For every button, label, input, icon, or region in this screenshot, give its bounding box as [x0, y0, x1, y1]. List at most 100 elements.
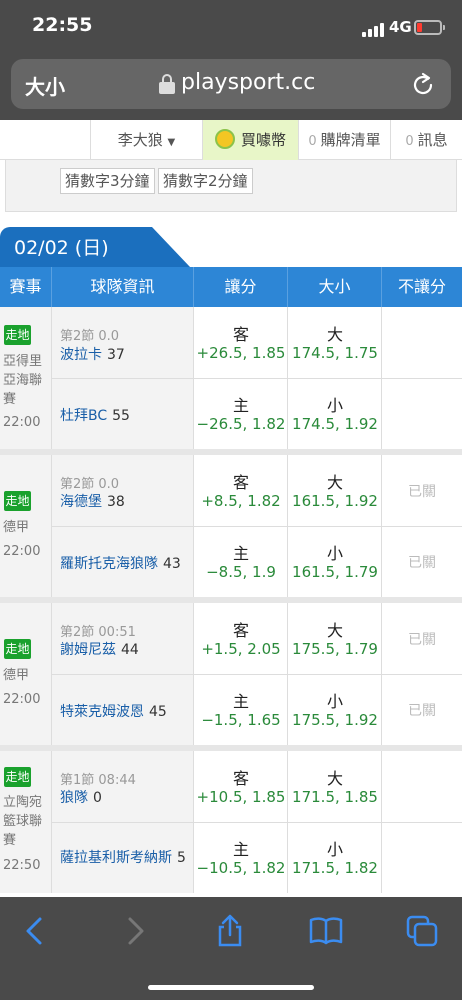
away-score: 44: [121, 642, 139, 658]
live-badge: 走地: [4, 639, 31, 659]
spread-home-cell[interactable]: 主 −1.5, 1.65: [194, 674, 288, 745]
spread-home-label: 主: [232, 692, 249, 711]
reload-icon[interactable]: [409, 71, 437, 99]
spread-away-odds: +26.5, 1.85: [196, 344, 286, 362]
away-team[interactable]: 狼隊 0: [60, 787, 102, 807]
header-total: 大小: [288, 267, 382, 307]
home-team[interactable]: 特萊克姆波恩 45: [60, 701, 167, 721]
messages-count: 0: [405, 134, 414, 149]
cart-button[interactable]: 0 購牌清單: [298, 120, 390, 160]
forward-icon[interactable]: [116, 913, 152, 949]
messages-button[interactable]: 0 訊息: [390, 120, 462, 160]
moneyline-home-closed: 已關: [408, 555, 436, 571]
home-team-name: 薩拉基利斯考納斯: [60, 850, 172, 866]
spread-away-cell[interactable]: 客 +8.5, 1.82: [194, 455, 288, 526]
header-moneyline: 不讓分: [397, 277, 446, 296]
lock-icon: [159, 73, 175, 95]
total-over-odds: 161.5, 1.92: [292, 492, 378, 510]
top-nav: 李大狼 ▼ 買噱幣 0 購牌清單 0 訊息: [0, 120, 462, 160]
home-score: 5: [177, 850, 186, 866]
spread-home-cell[interactable]: 主 −10.5, 1.82: [194, 822, 288, 893]
row-divider: [52, 378, 462, 379]
moneyline-away-closed: 已關: [408, 632, 436, 648]
home-team-name: 特萊克姆波恩: [60, 704, 144, 720]
row-divider: [52, 526, 462, 527]
row-divider: [52, 674, 462, 675]
total-over-odds: 175.5, 1.79: [292, 640, 378, 658]
spread-home-label: 主: [232, 840, 249, 859]
total-over-cell[interactable]: 大 174.5, 1.75: [288, 307, 382, 378]
home-team[interactable]: 杜拜BC 55: [60, 405, 130, 425]
total-over-label: 大: [326, 473, 343, 492]
league-name: 立陶宛籃球聯賽: [3, 795, 43, 848]
game-period: 第1節 08:44: [60, 773, 136, 788]
share-icon[interactable]: [212, 913, 248, 949]
spread-away-label: 客: [232, 769, 249, 788]
back-icon[interactable]: [18, 913, 54, 949]
away-score: 0: [93, 790, 102, 806]
total-under-odds: 171.5, 1.82: [292, 859, 378, 877]
home-indicator: [148, 985, 314, 990]
home-team[interactable]: 羅斯托克海狼隊 43: [60, 553, 181, 573]
game-time: 22:00: [3, 415, 41, 430]
home-team[interactable]: 薩拉基利斯考納斯 5: [60, 847, 186, 867]
tabs-icon[interactable]: [404, 913, 440, 949]
user-menu[interactable]: 李大狼 ▼: [90, 120, 202, 160]
total-over-cell[interactable]: 大 161.5, 1.92: [288, 455, 382, 526]
guess-chip-3min[interactable]: 猜數字3分鐘: [60, 168, 155, 194]
total-over-odds: 171.5, 1.85: [292, 788, 378, 806]
spread-home-label: 主: [232, 396, 249, 415]
league-name: 亞得里亞海聯賽: [3, 354, 43, 407]
total-under-label: 小: [326, 544, 343, 563]
total-under-label: 小: [326, 692, 343, 711]
url-field[interactable]: 大小 playsport.cc: [11, 59, 451, 109]
status-bar: 22:55 4G: [0, 0, 462, 56]
url-text: playsport.cc: [181, 70, 316, 95]
total-under-odds: 161.5, 1.79: [292, 563, 378, 581]
away-team-name: 波拉卡: [60, 347, 102, 363]
away-score: 38: [107, 494, 125, 510]
away-team[interactable]: 謝姆尼茲 44: [60, 639, 139, 659]
game-period: 第2節 0.0: [60, 329, 120, 344]
total-under-cell[interactable]: 小 171.5, 1.82: [288, 822, 382, 893]
buy-coins-label: 買噱幣: [240, 131, 286, 149]
home-team-name: 羅斯托克海狼隊: [60, 556, 158, 572]
network-type: 4G: [389, 18, 412, 36]
buy-coins-button[interactable]: 買噱幣: [202, 120, 298, 160]
away-team[interactable]: 波拉卡 37: [60, 344, 125, 364]
league-name: 德甲: [3, 668, 30, 683]
live-badge: 走地: [4, 325, 31, 345]
total-over-label: 大: [326, 621, 343, 640]
game-row: 走地 立陶宛籃球聯賽 22:50 第1節 08:44 狼隊 0 薩拉基利斯考納斯 5…: [0, 751, 462, 893]
spread-away-cell[interactable]: 客 +10.5, 1.85: [194, 751, 288, 822]
guess-chip-2min[interactable]: 猜數字2分鐘: [158, 168, 253, 194]
spread-away-label: 客: [232, 473, 249, 492]
spread-home-cell[interactable]: 主 −8.5, 1.9: [194, 526, 288, 597]
spread-away-cell[interactable]: 客 +26.5, 1.85: [194, 307, 288, 378]
header-spread: 讓分: [194, 267, 288, 307]
total-over-cell[interactable]: 大 175.5, 1.79: [288, 603, 382, 674]
spread-away-odds: +10.5, 1.85: [196, 788, 286, 806]
spread-home-label: 主: [232, 544, 249, 563]
total-under-cell[interactable]: 小 175.5, 1.92: [288, 674, 382, 745]
bookmarks-icon[interactable]: [308, 913, 344, 949]
total-over-cell[interactable]: 大 171.5, 1.85: [288, 751, 382, 822]
coin-icon: [214, 128, 235, 149]
game-time: 22:00: [3, 692, 41, 707]
messages-label: 訊息: [417, 131, 448, 149]
spread-home-cell[interactable]: 主 −26.5, 1.82: [194, 378, 288, 449]
date-label: 02/02 (日): [14, 237, 109, 259]
text-size-button[interactable]: 大小: [25, 71, 65, 100]
total-under-cell[interactable]: 小 161.5, 1.79: [288, 526, 382, 597]
home-score: 55: [112, 408, 130, 424]
total-under-label: 小: [326, 396, 343, 415]
guess-panel: 猜數字3分鐘 猜數字2分鐘: [5, 160, 457, 212]
home-score: 45: [149, 704, 167, 720]
spread-away-label: 客: [232, 325, 249, 344]
clock: 22:55: [32, 14, 93, 36]
away-team-name: 海德堡: [60, 494, 102, 510]
away-team[interactable]: 海德堡 38: [60, 491, 125, 511]
event-cell: 走地 立陶宛籃球聯賽 22:50: [0, 751, 52, 893]
total-under-cell[interactable]: 小 174.5, 1.92: [288, 378, 382, 449]
spread-away-cell[interactable]: 客 +1.5, 2.05: [194, 603, 288, 674]
